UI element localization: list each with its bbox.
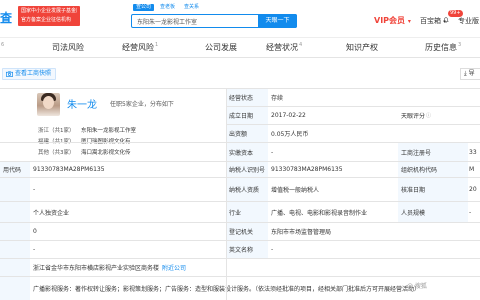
promo-banner[interactable]: 国家中小企业发展子基金旗下 官方备案企业征信机构 (18, 6, 80, 26)
divider (0, 88, 226, 89)
insured-label (0, 223, 30, 240)
credit-code-value: 91330783MA28PM6135 (33, 166, 105, 173)
status-label: 经营状态 (226, 89, 268, 106)
table-row: 成立日期 2017-02-22 天眼评分 ⓘ (226, 106, 480, 124)
search-type-tabs: 查公司 查老板 查关系 (133, 4, 202, 11)
staff-size-value: - (469, 208, 472, 216)
pro-version-link[interactable]: 专业版 (458, 16, 479, 26)
staff-size-label: 人员规模 (398, 202, 468, 222)
search-tab-company[interactable]: 查公司 (133, 4, 155, 11)
site-logo[interactable]: 査 (0, 9, 12, 26)
taxpayer-value: 增值税一般纳税人 (271, 187, 320, 194)
legal-rep-name[interactable]: 朱一龙 (67, 96, 97, 111)
promo-line-1: 国家中小企业发展子基金旗下 (21, 8, 77, 14)
search-button[interactable]: 天眼一下 (258, 14, 297, 28)
capital-value: 0.05万人民币 (271, 131, 309, 138)
blank-label (0, 178, 30, 201)
address-value: 浙江省金华市东阳市横店影视产业实验区商务楼 附近公司 (33, 263, 187, 272)
divider (226, 88, 227, 300)
table-row: - 英文名称 - (0, 240, 480, 258)
english-name-label: 英文名称 (226, 241, 268, 258)
tab-count: 4 (299, 42, 303, 49)
table-row: 个人独资企业 行业 广播、电视、电影和影视录音制作业 人员规模 - (0, 201, 480, 222)
capital-label: 出资额 (226, 125, 268, 142)
reg-no-label: 工商注册号 (398, 143, 468, 161)
founded-label: 成立日期 (226, 107, 268, 124)
table-row: 经营状态 存续 (226, 88, 480, 106)
approve-date-value: 20 (469, 186, 477, 193)
status-value: 存续 (271, 95, 284, 102)
search-tab-relation[interactable]: 查关系 (181, 4, 202, 11)
search-tab-boss[interactable]: 查老板 (157, 4, 178, 11)
legal-rep-role: 任职5家企业，分布如下 (110, 101, 174, 108)
top-bar: 査 国家中小企业发展子基金旗下 官方备案企业征信机构 查公司 查老板 查关系 天… (0, 0, 480, 38)
export-button[interactable]: ⤓ 导 (460, 68, 480, 80)
industry-value: 广播、电视、电影和影视录音制作业 (271, 209, 368, 217)
reg-no-value: 33 (469, 148, 477, 156)
vip-label: VIP会员 (374, 16, 406, 25)
section-nav: 6 司法风险 经营风险1 公司发展 经营状况4 知识产权 历史信息3 (0, 38, 480, 58)
tab-legal-risk[interactable]: 司法风险 (52, 42, 84, 53)
org-code-value: M (469, 166, 475, 173)
tab-basic-info[interactable]: 6 (0, 42, 4, 52)
chevron-down-icon: ▾ (407, 18, 411, 25)
vip-menu[interactable]: VIP会员 ▾ (374, 15, 411, 26)
table-row: 实缴资本 - 工商注册号 33 (0, 142, 480, 161)
relation-item[interactable]: 浙江（共1家） 东阳朱一龙影视工作室 (38, 126, 136, 134)
table-row: 0 登记机关 东阳市市场监督管理局 (0, 222, 480, 240)
tab-count: 1 (155, 42, 159, 49)
paid-capital-label: 实缴资本 (226, 143, 268, 161)
toolbox-menu[interactable]: 百宝箱 ▾ (420, 16, 446, 26)
used-name-label (0, 241, 30, 258)
tianyan-score-label[interactable]: 天眼评分 ⓘ (398, 107, 458, 124)
tab-operation-risk[interactable]: 经营风险1 (122, 42, 158, 53)
industry-label: 行业 (226, 202, 268, 222)
watermark: @ 搜狐 (407, 283, 427, 290)
credit-code-label: 用代码 (0, 162, 30, 177)
paid-capital-value: - (271, 148, 274, 156)
english-name-value: - (271, 246, 274, 253)
download-icon: ⤓ (464, 70, 467, 77)
search-input[interactable] (132, 15, 260, 27)
promo-line-2: 官方备案企业征信机构 (21, 17, 72, 23)
content-toolbar: 查看工商快照 ⤓ 导 (0, 64, 480, 84)
founded-value: 2017-02-22 (271, 112, 306, 119)
table-row: 用代码 91330783MA28PM6135 纳税人识别号 91330783MA… (0, 161, 480, 177)
business-snapshot-label: 查看工商快照 (15, 70, 52, 77)
tax-id-value: 91330783MA28PM6135 (271, 166, 343, 173)
insured-value: 0 (33, 228, 37, 235)
help-icon: ⓘ (426, 113, 432, 119)
tab-operation-status[interactable]: 经营状况4 (266, 42, 302, 53)
search-box: 天眼一下 (131, 14, 297, 28)
avatar[interactable] (37, 93, 60, 116)
tab-count: 6 (1, 42, 5, 48)
used-name-value: - (33, 246, 36, 253)
scope-label (0, 277, 30, 300)
tax-id-label: 纳税人识别号 (226, 162, 268, 177)
blank-value: - (33, 186, 36, 193)
bell-icon[interactable] (443, 17, 449, 23)
approve-date-label: 核准日期 (398, 178, 468, 201)
toolbox-label: 百宝箱 (420, 17, 441, 25)
tab-company-development[interactable]: 公司发展 (205, 42, 237, 53)
taxpayer-label: 纳税人资质 (226, 178, 268, 201)
export-label: 导 (468, 70, 475, 77)
nearby-companies-link[interactable]: 附近公司 (162, 263, 186, 272)
table-row: 出资额 0.05万人民币 (226, 124, 480, 142)
tab-history-info[interactable]: 历史信息3 (425, 42, 461, 53)
org-code-label: 组织机构代码 (398, 162, 468, 177)
address-label (0, 259, 30, 276)
authority-label: 登记机关 (226, 223, 268, 240)
authority-value: 东阳市市场监督管理局 (271, 229, 332, 236)
company-type-value: 个人独资企业 (33, 209, 70, 217)
tab-intellectual-property[interactable]: 知识产权 (346, 42, 378, 53)
company-type-label (0, 202, 30, 222)
table-row: 浙江省金华市东阳市横店影视产业实验区商务楼 附近公司 (0, 258, 480, 276)
tab-count: 3 (458, 42, 462, 49)
table-row: - 纳税人资质 增值税一般纳税人 核准日期 20 (0, 177, 480, 201)
business-snapshot-button[interactable]: 查看工商快照 (2, 68, 57, 80)
camera-icon (6, 71, 13, 77)
